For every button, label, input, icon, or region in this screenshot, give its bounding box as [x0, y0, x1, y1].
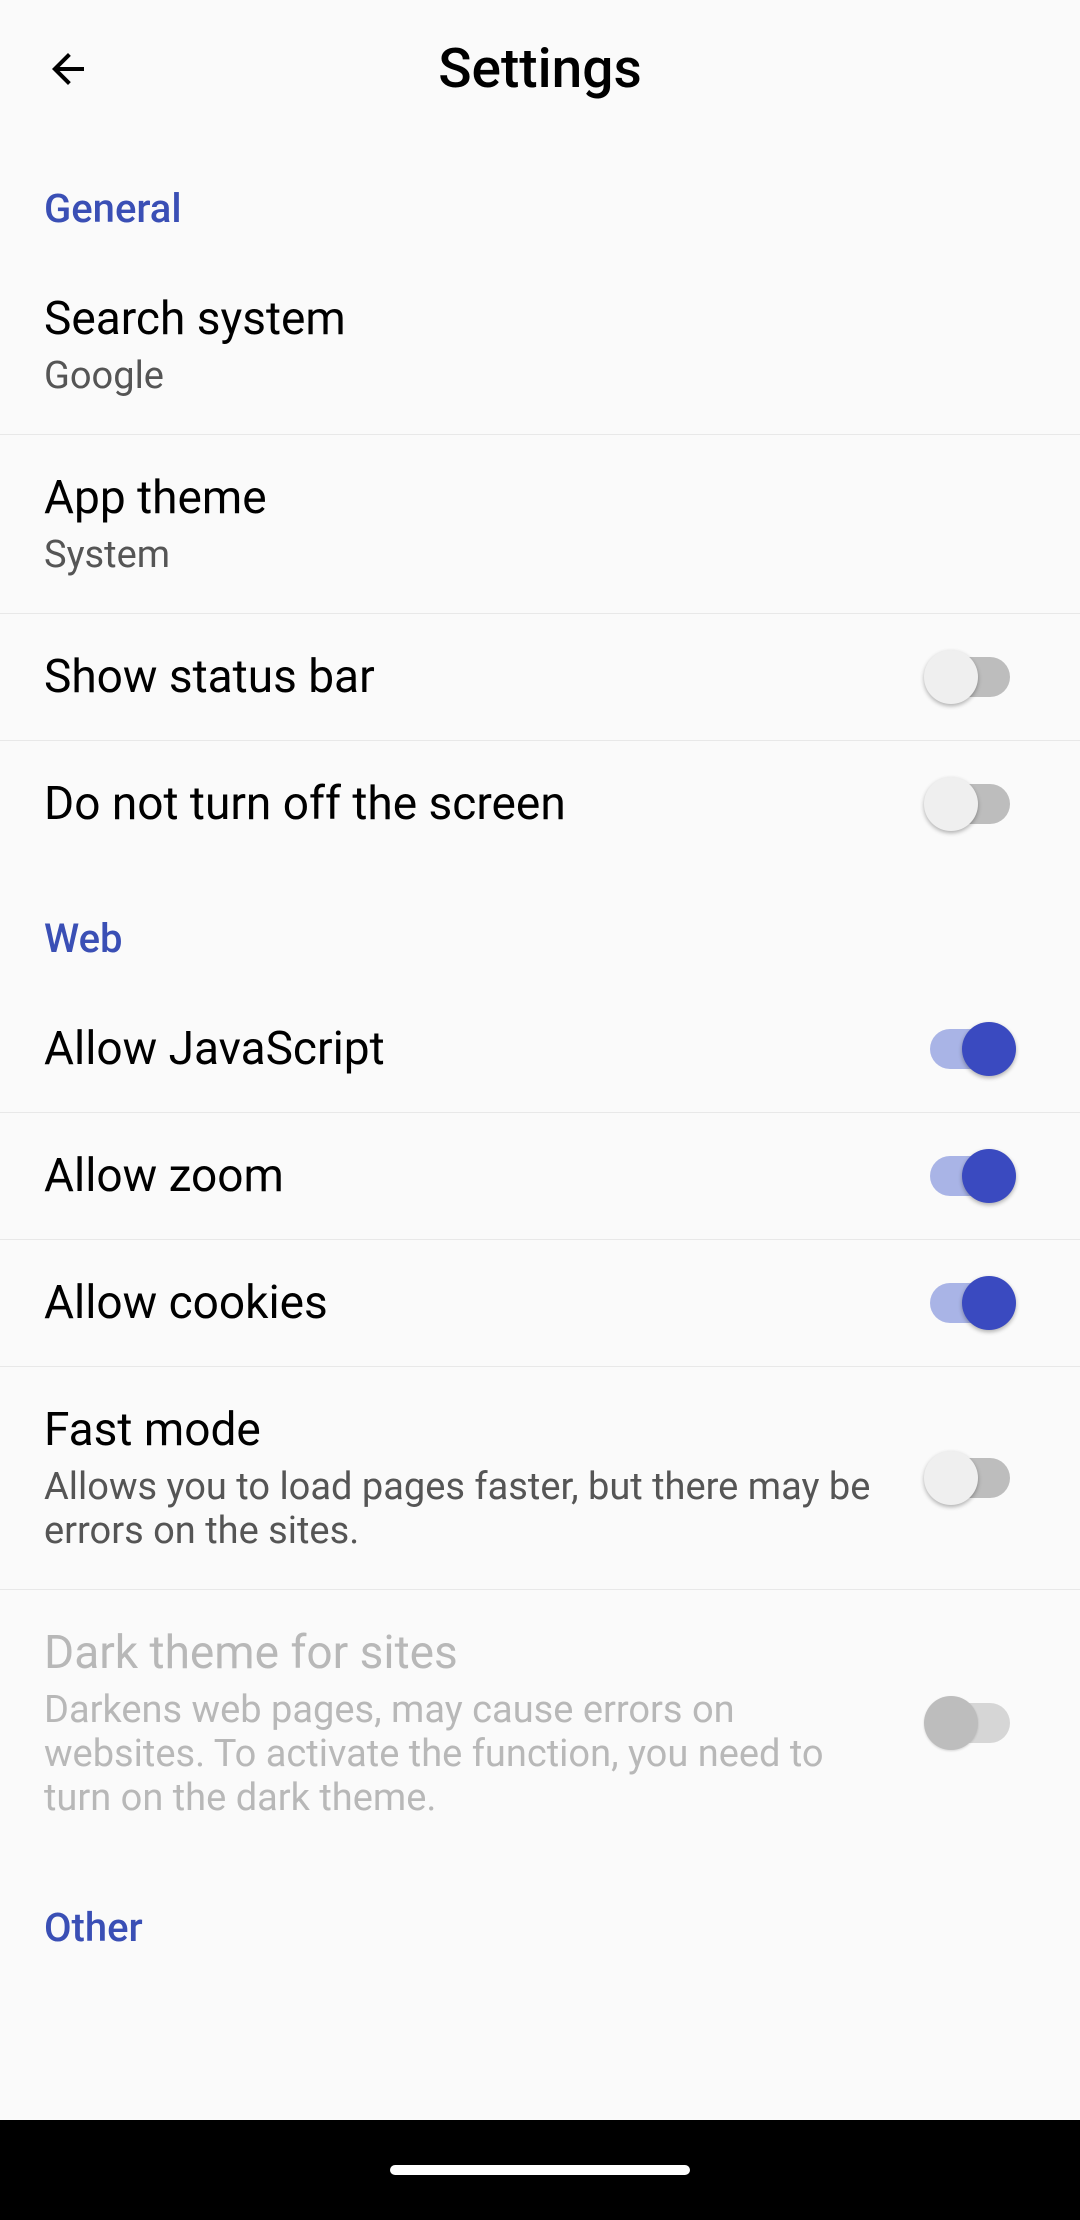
setting-title: Allow cookies	[44, 1276, 890, 1330]
setting-title: Do not turn off the screen	[44, 777, 890, 831]
setting-allow-javascript[interactable]: Allow JavaScript	[0, 994, 1080, 1113]
setting-description: Darkens web pages, may cause errors on w…	[44, 1688, 890, 1820]
setting-value: System	[44, 533, 1036, 577]
toggle-dark-theme-sites	[930, 1703, 1010, 1743]
settings-list[interactable]: General Search system Google App theme S…	[0, 137, 1080, 2120]
setting-dark-theme-sites: Dark theme for sites Darkens web pages, …	[0, 1590, 1080, 1856]
toggle-allow-cookies[interactable]	[930, 1283, 1010, 1323]
setting-description: Allows you to load pages faster, but the…	[44, 1465, 890, 1553]
setting-fast-mode[interactable]: Fast mode Allows you to load pages faste…	[0, 1367, 1080, 1590]
setting-allow-cookies[interactable]: Allow cookies	[0, 1240, 1080, 1367]
setting-title: Fast mode	[44, 1403, 890, 1457]
section-header-other: Other	[0, 1856, 1080, 1983]
setting-value: Google	[44, 354, 1036, 398]
setting-show-status-bar[interactable]: Show status bar	[0, 614, 1080, 741]
toggle-show-status-bar[interactable]	[930, 657, 1010, 697]
setting-title: Show status bar	[44, 650, 890, 704]
setting-app-theme[interactable]: App theme System	[0, 435, 1080, 614]
setting-title: Allow zoom	[44, 1149, 890, 1203]
section-header-general: General	[0, 137, 1080, 264]
setting-title: Dark theme for sites	[44, 1626, 890, 1680]
page-title: Settings	[116, 37, 964, 101]
toggle-keep-screen-on[interactable]	[930, 784, 1010, 824]
setting-search-system[interactable]: Search system Google	[0, 264, 1080, 435]
setting-title: Allow JavaScript	[44, 1022, 890, 1076]
toggle-allow-javascript[interactable]	[930, 1029, 1010, 1069]
setting-title: Search system	[44, 292, 1036, 346]
section-header-web: Web	[0, 867, 1080, 994]
toggle-allow-zoom[interactable]	[930, 1156, 1010, 1196]
system-nav-bar	[0, 2120, 1080, 2220]
app-bar: Settings	[0, 0, 1080, 137]
arrow-back-icon	[44, 45, 92, 93]
setting-allow-zoom[interactable]: Allow zoom	[0, 1113, 1080, 1240]
setting-keep-screen-on[interactable]: Do not turn off the screen	[0, 741, 1080, 867]
back-button[interactable]	[20, 21, 116, 117]
toggle-fast-mode[interactable]	[930, 1458, 1010, 1498]
setting-title: App theme	[44, 471, 1036, 525]
gesture-handle[interactable]	[390, 2165, 690, 2175]
